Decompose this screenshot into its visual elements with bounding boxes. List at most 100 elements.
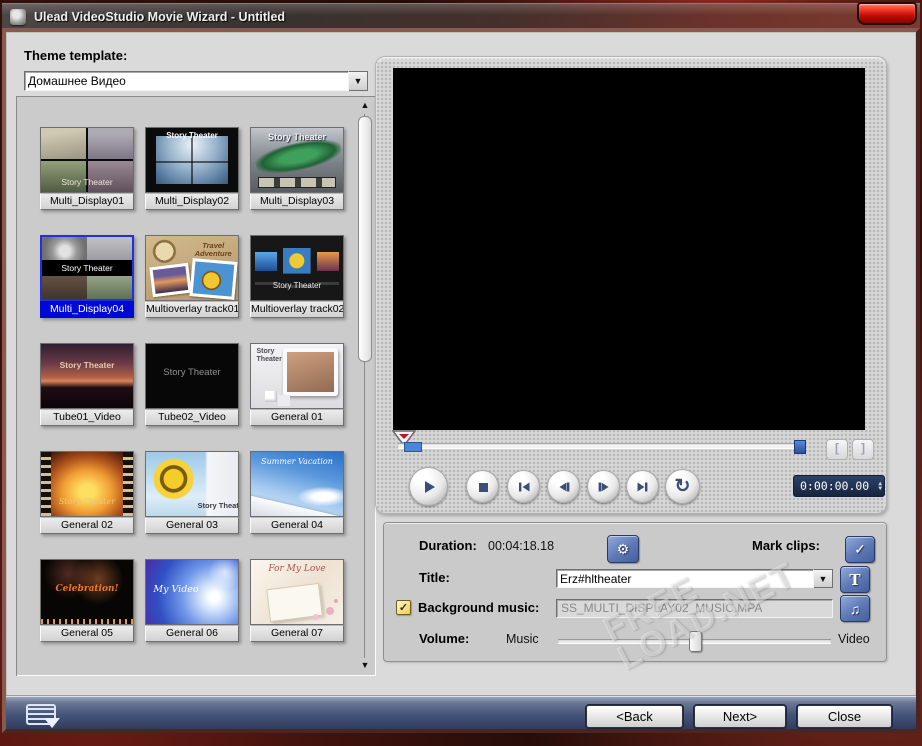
timecode-display[interactable]: 0:00:00.00 ▲▼ — [793, 475, 885, 497]
template-label: General 01 — [250, 409, 344, 426]
template-item[interactable]: Story Theater Multioverlay track02 — [250, 235, 344, 318]
desktop-wallpaper: Ulead VideoStudio Movie Wizard - Untitle… — [0, 0, 922, 746]
play-icon — [420, 478, 438, 496]
trim-start-handle[interactable] — [404, 442, 422, 452]
template-label: General 07 — [250, 625, 344, 642]
template-thumbnail: Summer Vacation — [250, 451, 344, 517]
close-button[interactable]: Close — [797, 705, 892, 728]
template-thumbnail: For My Love — [250, 559, 344, 625]
template-item[interactable]: Story Theater General 02 — [40, 451, 134, 534]
mark-clips-label: Mark clips: — [752, 538, 820, 553]
template-item[interactable]: Summer Vacation General 04 — [250, 451, 344, 534]
template-thumbnail: Story Theater — [145, 127, 239, 193]
timecode-spinner[interactable]: ▲▼ — [878, 481, 882, 491]
volume-label: Volume: — [419, 631, 469, 646]
template-list-scrollbar[interactable]: ▲ ▼ — [357, 98, 373, 674]
template-item[interactable]: Travel Adventure Multioverlay track01 — [145, 235, 239, 318]
mark-in-button[interactable]: [ — [826, 439, 848, 460]
play-button[interactable] — [409, 467, 448, 506]
title-bar[interactable]: Ulead VideoStudio Movie Wizard - Untitle… — [2, 3, 920, 29]
template-item[interactable]: Story Theater Tube02_Video — [145, 343, 239, 426]
volume-slider[interactable] — [558, 639, 831, 643]
go-to-start-icon — [516, 479, 532, 495]
thumbnail-overlay-text: For My Love — [251, 564, 343, 574]
title-dropdown-button[interactable]: ▼ — [814, 569, 833, 588]
previous-frame-icon — [556, 479, 572, 495]
mark-in-icon: [ — [835, 441, 839, 455]
go-to-start-button[interactable] — [507, 470, 540, 503]
title-value[interactable]: Erz#hltheater — [556, 569, 814, 588]
thumbnail-overlay-text: Story Theater — [198, 501, 237, 510]
template-thumbnail: Story Theater — [40, 235, 134, 301]
template-thumbnail: Story Theater — [250, 235, 344, 301]
template-item[interactable]: For My Love General 07 — [250, 559, 344, 642]
chevron-down-icon: ▼ — [819, 574, 828, 584]
next-button[interactable]: Next> — [694, 705, 786, 728]
task-menu-button[interactable] — [22, 702, 62, 728]
scroll-up-icon[interactable]: ▲ — [357, 100, 373, 112]
next-frame-button[interactable] — [587, 470, 620, 503]
mark-out-icon: ] — [861, 441, 865, 455]
title-combobox[interactable]: Erz#hltheater ▼ — [556, 569, 833, 588]
template-thumbnail: Story Theater — [250, 343, 344, 409]
stop-icon — [475, 479, 491, 495]
template-item[interactable]: My Video General 06 — [145, 559, 239, 642]
close-window-button[interactable] — [857, 2, 917, 25]
repeat-button[interactable]: ↻ — [665, 469, 700, 504]
template-label: Tube01_Video — [40, 409, 134, 426]
preview-screen — [393, 68, 865, 430]
theme-template-value[interactable]: Домашнее Видео — [24, 71, 349, 91]
volume-music-label: Music — [506, 632, 539, 646]
scroll-down-icon[interactable]: ▼ — [357, 660, 373, 672]
previous-frame-button[interactable] — [547, 470, 580, 503]
template-label: Multi_Display04 — [40, 301, 134, 318]
text-T-icon: T — [849, 571, 860, 589]
template-item[interactable]: Story Theater General 03 — [145, 451, 239, 534]
settings-button[interactable]: ⚙ — [607, 535, 639, 563]
gear-icon: ⚙ — [617, 541, 630, 558]
scrollbar-thumb[interactable] — [358, 116, 372, 362]
template-item-selected[interactable]: Story Theater Multi_Display04 — [40, 235, 134, 318]
check-icon: ✓ — [399, 601, 408, 614]
template-item[interactable]: Story Theater Multi_Display03 — [250, 127, 344, 210]
template-item[interactable]: Story Theater Tube01_Video — [40, 343, 134, 426]
music-note-icon: ♫ — [850, 601, 861, 617]
back-button[interactable]: <Back — [586, 705, 683, 728]
triangle-down-icon — [44, 718, 60, 728]
trim-track[interactable] — [398, 443, 805, 448]
template-label: Multi_Display01 — [40, 193, 134, 210]
mark-out-button[interactable]: ] — [852, 439, 874, 460]
trim-end-handle[interactable] — [794, 440, 806, 454]
volume-slider-handle[interactable] — [689, 631, 702, 652]
template-label: Multi_Display02 — [145, 193, 239, 210]
template-thumbnail: Story Theater — [145, 343, 239, 409]
theme-template-combobox[interactable]: Домашнее Видео ▼ — [24, 71, 368, 91]
thumbnail-overlay-text: Story Theater — [41, 177, 133, 187]
template-item[interactable]: Story Theater General 01 — [250, 343, 344, 426]
spin-down-icon: ▼ — [878, 486, 882, 491]
background-music-checkbox[interactable]: ✓ — [396, 600, 411, 615]
template-label: Multi_Display03 — [250, 193, 344, 210]
duration-value: 00:04:18.18 — [488, 539, 554, 553]
thumbnail-overlay-text: Story Theater — [41, 360, 133, 370]
template-list-panel: Story Theater Multi_Display01 Story Thea… — [16, 96, 376, 676]
theme-dropdown-button[interactable]: ▼ — [349, 71, 368, 91]
title-label: Title: — [419, 570, 450, 585]
template-thumbnail: Story Theater — [145, 451, 239, 517]
go-to-end-button[interactable] — [626, 470, 659, 503]
stop-button[interactable] — [466, 470, 499, 503]
app-icon — [10, 9, 26, 25]
thumbnail-overlay-text: Travel Adventure — [192, 242, 234, 258]
template-item[interactable]: Story Theater Multi_Display02 — [145, 127, 239, 210]
duration-label: Duration: — [419, 538, 477, 553]
template-item[interactable]: Celebration! General 05 — [40, 559, 134, 642]
background-music-field[interactable]: SS_MULTI_DISPLAY02_MUSIC.MPA — [556, 599, 833, 618]
template-item[interactable]: Story Theater Multi_Display01 — [40, 127, 134, 210]
edit-title-button[interactable]: T — [840, 566, 870, 593]
volume-video-label: Video — [838, 632, 870, 646]
mark-clips-button[interactable]: ✓ — [845, 536, 875, 563]
template-label: Multioverlay track02 — [250, 301, 344, 318]
template-thumbnail: Story Theater — [40, 343, 134, 409]
template-label: Multioverlay track01 — [145, 301, 239, 318]
select-music-button[interactable]: ♫ — [840, 595, 870, 622]
